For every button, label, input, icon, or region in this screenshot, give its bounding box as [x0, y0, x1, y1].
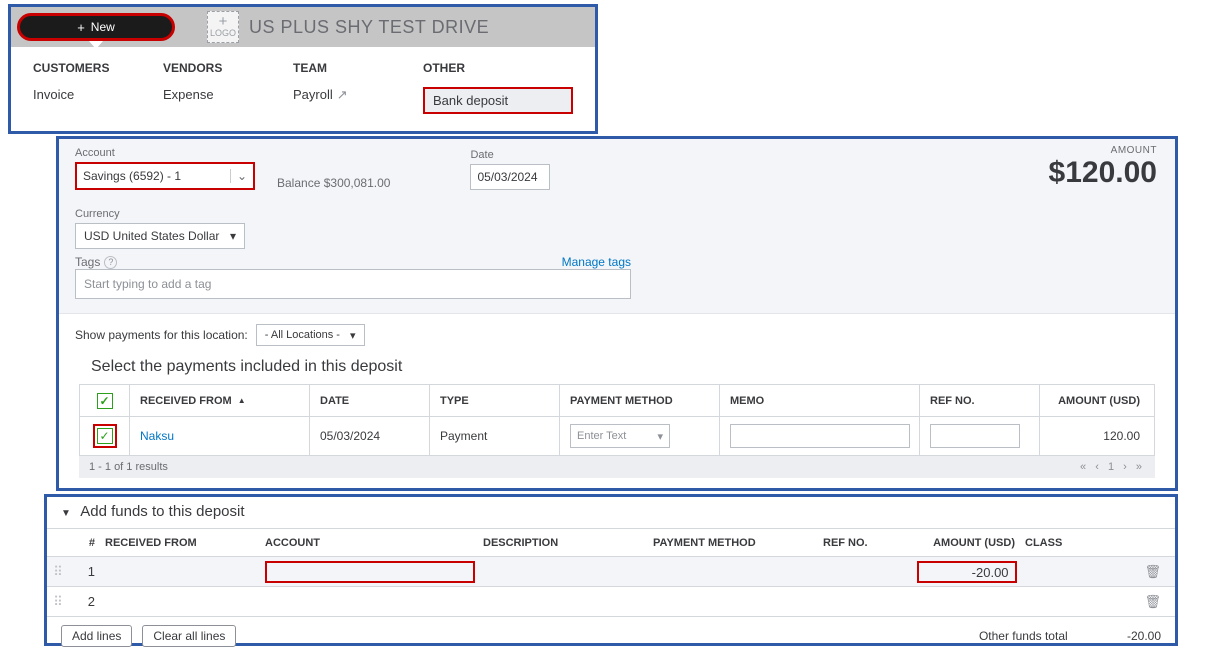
memo-input[interactable]: [730, 424, 910, 448]
tags-label: Tags ?: [75, 255, 117, 269]
manage-tags-link[interactable]: Manage tags: [562, 255, 631, 269]
account-label: Account: [75, 147, 255, 159]
add-funds-row: ⠿ 2 🗑: [47, 586, 1175, 616]
menu-item-payroll[interactable]: Payroll↗: [293, 87, 423, 103]
payments-heading: Select the payments included in this dep…: [91, 358, 1159, 376]
clear-lines-button[interactable]: Clear all lines: [142, 625, 236, 647]
payment-type: Payment: [430, 417, 560, 455]
col-payment-method[interactable]: PAYMENT METHOD: [560, 385, 720, 416]
delete-row-icon[interactable]: 🗑: [1144, 594, 1161, 610]
results-count: 1 - 1 of 1 results: [89, 461, 168, 473]
balance-text: Balance $300,081.00: [277, 176, 390, 190]
col-amount[interactable]: AMOUNT (USD): [1040, 385, 1154, 416]
add-lines-button[interactable]: Add lines: [61, 625, 132, 647]
menu-item-bank-deposit[interactable]: Bank deposit: [423, 87, 573, 114]
menu-header-other: OTHER: [423, 61, 553, 75]
plus-icon: +: [77, 20, 85, 35]
currency-select[interactable]: USD United States Dollar ▾: [75, 223, 245, 249]
col-description: DESCRIPTION: [483, 537, 653, 549]
add-funds-panel: ▼ Add funds to this deposit # RECEIVED F…: [44, 494, 1178, 646]
caret-down-icon: ▾: [230, 229, 236, 243]
payment-method-input[interactable]: Enter Text▾: [570, 424, 670, 448]
menu-header-team: TEAM: [293, 61, 423, 75]
pager: « ‹ 1 › »: [1077, 461, 1145, 473]
caret-down-icon: ▾: [350, 329, 356, 342]
amount-value: $120.00: [1049, 156, 1157, 190]
menu-item-expense[interactable]: Expense: [163, 87, 293, 102]
pager-next-icon[interactable]: ›: [1123, 461, 1127, 473]
payment-row: ✓ Naksu 05/03/2024 Payment Enter Text▾ 1…: [80, 417, 1154, 455]
new-menu-grid: CUSTOMERS Invoice VENDORS Expense TEAM P…: [11, 47, 595, 114]
company-name: US PLUS SHY TEST DRIVE: [249, 17, 489, 38]
show-payments-label: Show payments for this location:: [75, 328, 248, 342]
caret-down-icon: ▾: [657, 430, 663, 443]
location-select[interactable]: - All Locations -▾: [256, 324, 365, 346]
col-ref: REF NO.: [823, 537, 917, 549]
col-num: #: [69, 537, 105, 549]
date-input[interactable]: 05/03/2024: [470, 164, 550, 190]
col-memo[interactable]: MEMO: [720, 385, 920, 416]
sort-asc-icon: ▲: [238, 396, 246, 405]
pager-last-icon[interactable]: »: [1136, 461, 1142, 473]
menu-col-vendors: VENDORS Expense: [163, 61, 293, 114]
row-account-input[interactable]: [265, 561, 475, 583]
results-bar: 1 - 1 of 1 results « ‹ 1 › »: [79, 456, 1155, 478]
dropdown-caret-icon: [89, 41, 103, 49]
row-num: 2: [69, 594, 105, 609]
date-label: Date: [470, 149, 550, 161]
help-icon[interactable]: ?: [104, 256, 117, 269]
col-type[interactable]: TYPE: [430, 385, 560, 416]
menu-header-vendors: VENDORS: [163, 61, 293, 75]
add-funds-row: ⠿ 1 -20.00 🗑: [47, 556, 1175, 586]
pager-page: 1: [1108, 461, 1114, 473]
menu-item-invoice[interactable]: Invoice: [33, 87, 163, 102]
add-funds-heading[interactable]: ▼ Add funds to this deposit: [61, 503, 1175, 520]
col-pm: PAYMENT METHOD: [653, 537, 823, 549]
payment-checkbox[interactable]: ✓: [97, 428, 113, 444]
account-select[interactable]: Savings (6592) - 1 ⌄: [75, 162, 255, 190]
deposit-amount: AMOUNT $120.00: [1049, 145, 1157, 190]
arrow-up-icon: ↗: [337, 87, 348, 102]
new-button-label: New: [91, 20, 115, 34]
col-ref-no[interactable]: REF NO.: [920, 385, 1040, 416]
add-funds-footer: Add lines Clear all lines Other funds to…: [47, 616, 1175, 655]
currency-label: Currency: [75, 208, 1159, 220]
col-amt: AMOUNT (USD): [917, 537, 1025, 549]
add-funds-header: # RECEIVED FROM ACCOUNT DESCRIPTION PAYM…: [47, 528, 1175, 556]
col-date[interactable]: DATE: [310, 385, 430, 416]
menu-col-team: TEAM Payroll↗: [293, 61, 423, 114]
select-all-checkbox[interactable]: ✓: [97, 393, 113, 409]
other-funds-label: Other funds total: [979, 629, 1068, 643]
drag-handle-icon[interactable]: ⠿: [47, 594, 69, 610]
new-menu-panel: + New +LOGO US PLUS SHY TEST DRIVE CUSTO…: [8, 4, 598, 134]
pager-first-icon[interactable]: «: [1080, 461, 1086, 473]
menu-header-customers: CUSTOMERS: [33, 61, 163, 75]
account-select-value: Savings (6592) - 1: [83, 169, 181, 183]
menu-col-customers: CUSTOMERS Invoice: [33, 61, 163, 114]
logo-placeholder[interactable]: +LOGO: [207, 11, 239, 43]
col-class: CLASS: [1025, 537, 1145, 549]
col-account: ACCOUNT: [265, 537, 483, 549]
tags-input[interactable]: Start typing to add a tag: [75, 269, 631, 299]
chevron-down-icon: ⌄: [230, 169, 247, 183]
col-from: RECEIVED FROM: [105, 537, 265, 549]
payments-table-header: ✓ RECEIVED FROM▲ DATE TYPE PAYMENT METHO…: [80, 385, 1154, 417]
payment-amount: 120.00: [1040, 417, 1154, 455]
deposit-form-panel: AMOUNT $120.00 Account Savings (6592) - …: [56, 136, 1178, 491]
collapse-icon: ▼: [61, 508, 71, 519]
col-received-from[interactable]: RECEIVED FROM▲: [130, 385, 310, 416]
payment-date: 05/03/2024: [310, 417, 430, 455]
payments-table: ✓ RECEIVED FROM▲ DATE TYPE PAYMENT METHO…: [79, 384, 1155, 456]
new-button[interactable]: + New: [17, 13, 175, 41]
menu-col-other: OTHER Bank deposit: [423, 61, 553, 114]
amount-label: AMOUNT: [1049, 145, 1157, 156]
ref-input[interactable]: [930, 424, 1020, 448]
other-funds-value: -20.00: [1071, 629, 1161, 643]
pager-prev-icon[interactable]: ‹: [1095, 461, 1099, 473]
drag-handle-icon[interactable]: ⠿: [47, 564, 69, 580]
delete-row-icon[interactable]: 🗑: [1144, 564, 1161, 580]
payment-from-link[interactable]: Naksu: [140, 429, 174, 443]
row-amount-input[interactable]: -20.00: [917, 561, 1017, 583]
row-num: 1: [69, 564, 105, 579]
